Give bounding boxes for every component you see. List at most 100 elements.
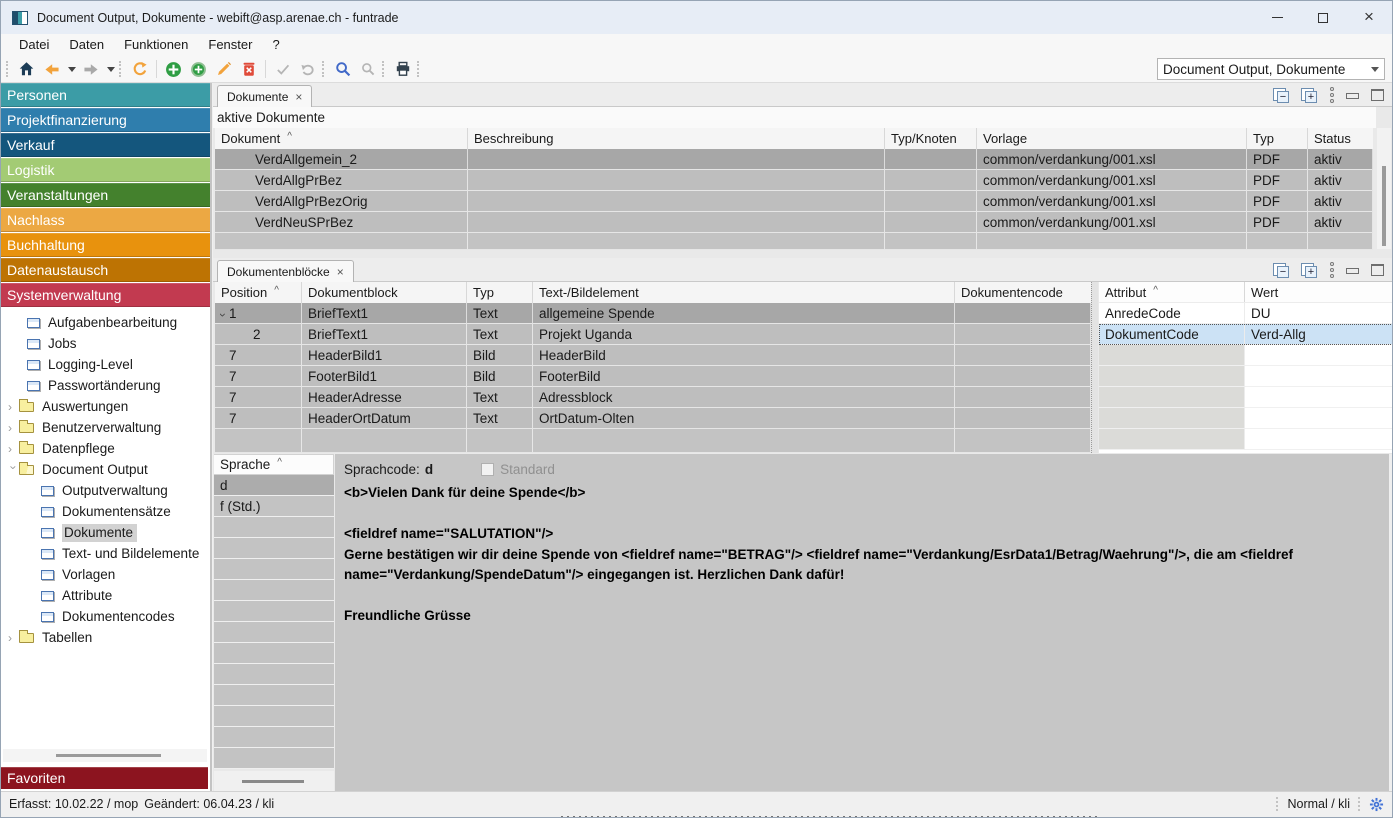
add-button[interactable] [161,57,186,81]
scrollbar-thumb[interactable] [1382,166,1386,246]
undo-button[interactable] [295,57,320,81]
editor-scroll-strip[interactable] [1389,454,1393,791]
tree-item-jobs[interactable]: Jobs [1,333,210,354]
table-row[interactable]: 1 BriefText1 Text allgemeine Spende [215,303,1091,324]
refresh-button[interactable] [127,57,152,81]
table-row[interactable]: VerdAllgemein_2 common/verdankung/001.xs… [215,149,1373,170]
language-header[interactable]: Sprache [214,454,334,475]
attribute-row[interactable]: AnredeCode DU [1099,303,1393,324]
tab-close-icon[interactable] [295,90,302,104]
expand-all-button[interactable]: + [1301,88,1317,103]
tree-item-outputverwaltung[interactable]: Outputverwaltung [1,480,210,501]
column-header-typ[interactable]: Typ [1247,128,1308,149]
sidebar-module-logistik[interactable]: Logistik [1,158,210,182]
edit-button[interactable] [211,57,236,81]
sidebar-module-verkauf[interactable]: Verkauf [1,133,210,157]
panel-maximize-button[interactable] [1371,89,1384,101]
column-header-beschreibung[interactable]: Beschreibung [468,128,885,149]
panel-maximize-button[interactable] [1371,264,1384,276]
back-button[interactable] [39,57,64,81]
sidebar-module-veranstaltungen[interactable]: Veranstaltungen [1,183,210,207]
panel-minimize-button[interactable] [1346,268,1359,274]
sidebar-horizontal-scrollbar[interactable] [3,749,207,762]
language-row-f[interactable]: f (Std.) [214,496,334,517]
search-secondary-button[interactable] [355,57,380,81]
menu-fenster[interactable]: Fenster [198,35,262,55]
table-row[interactable]: VerdAllgPrBezOrig common/verdankung/001.… [215,191,1373,212]
blocks-vertical-scrollbar[interactable] [1091,282,1098,453]
documents-vertical-scrollbar[interactable] [1377,128,1391,249]
column-header-dokumentblock[interactable]: Dokumentblock [302,282,467,303]
column-header-typ-knoten[interactable]: Typ/Knoten [885,128,977,149]
sidebar-module-systemverwaltung[interactable]: Systemverwaltung [1,283,210,307]
forward-button[interactable] [78,57,103,81]
tab-close-icon[interactable] [337,265,344,279]
sidebar-module-nachlass[interactable]: Nachlass [1,208,210,232]
tree-item-logging-level[interactable]: Logging-Level [1,354,210,375]
home-button[interactable] [14,57,39,81]
tree-item-attribute[interactable]: Attribute [1,585,210,606]
table-row[interactable]: VerdNeuSPrBez common/verdankung/001.xsl … [215,212,1373,233]
table-row[interactable]: 7 HeaderOrtDatum Text OrtDatum-Olten [215,408,1091,429]
minimize-button[interactable] [1254,1,1300,34]
tree-item-tabellen[interactable]: Tabellen [1,627,210,648]
menu-datei[interactable]: Datei [9,35,59,55]
add-copy-button[interactable] [186,57,211,81]
collapse-all-button[interactable]: − [1273,263,1289,278]
menu-daten[interactable]: Daten [59,35,114,55]
sidebar-module-projektfinanzierung[interactable]: Projektfinanzierung [1,108,210,132]
tree-item-document-output[interactable]: Document Output [1,459,210,480]
back-history-button[interactable] [64,57,78,81]
tree-item-passwortaenderung[interactable]: Passwortänderung [1,375,210,396]
language-row-d[interactable]: d [214,475,334,496]
delete-button[interactable] [236,57,261,81]
chevron-right-icon[interactable] [8,442,19,456]
chevron-right-icon[interactable] [8,400,19,414]
language-horizontal-scrollbar[interactable] [214,771,334,791]
chevron-right-icon[interactable] [8,631,19,645]
print-button[interactable] [390,57,415,81]
column-header-dokumentencode[interactable]: Dokumentencode [955,282,1091,303]
sidebar-module-personen[interactable]: Personen [1,83,210,107]
collapse-all-button[interactable]: − [1273,88,1289,103]
tree-item-vorlagen[interactable]: Vorlagen [1,564,210,585]
sidebar-module-buchhaltung[interactable]: Buchhaltung [1,233,210,257]
tree-item-auswertungen[interactable]: Auswertungen [1,396,210,417]
tree-item-dokumentencodes[interactable]: Dokumentencodes [1,606,210,627]
column-header-wert[interactable]: Wert [1245,282,1393,302]
column-header-attribut[interactable]: Attribut [1099,282,1245,302]
table-row[interactable]: 2 BriefText1 Text Projekt Uganda [215,324,1091,345]
table-row[interactable]: 7 HeaderAdresse Text Adressblock [215,387,1091,408]
column-header-position[interactable]: Position [215,282,302,303]
column-header-vorlage[interactable]: Vorlage [977,128,1247,149]
tree-item-aufgabenbearbeitung[interactable]: Aufgabenbearbeitung [1,312,210,333]
close-button[interactable] [1346,1,1392,34]
tree-item-datenpflege[interactable]: Datenpflege [1,438,210,459]
attribute-row-selected[interactable]: DokumentCode Verd-Allg [1099,324,1393,345]
forward-history-button[interactable] [103,57,117,81]
row-expander-icon[interactable] [216,313,230,317]
gear-icon[interactable] [1369,797,1384,812]
tree-item-benutzerverwaltung[interactable]: Benutzerverwaltung [1,417,210,438]
text-block-editor[interactable]: Sprachcode: d Standard <b>Vielen Dank fü… [335,454,1389,791]
table-row[interactable]: 7 HeaderBild1 Bild HeaderBild [215,345,1091,366]
confirm-button[interactable] [270,57,295,81]
menu-funktionen[interactable]: Funktionen [114,35,198,55]
tab-dokumentenbloecke[interactable]: Dokumentenblöcke [217,260,354,282]
tree-item-dokumente[interactable]: Dokumente [1,522,210,543]
column-header-dokument[interactable]: Dokument [215,128,468,149]
column-header-typ[interactable]: Typ [467,282,533,303]
column-header-element[interactable]: Text-/Bildelement [533,282,955,303]
menu-help[interactable]: ? [262,35,289,55]
window-selector-combo[interactable]: Document Output, Dokumente [1157,58,1385,80]
expand-all-button[interactable]: + [1301,263,1317,278]
panel-menu-button[interactable] [1329,87,1334,103]
panel-minimize-button[interactable] [1346,93,1359,99]
panel-menu-button[interactable] [1329,262,1334,278]
column-header-status[interactable]: Status [1308,128,1373,149]
scrollbar-thumb[interactable] [242,780,304,783]
table-row[interactable]: VerdAllgPrBez common/verdankung/001.xsl … [215,170,1373,191]
maximize-button[interactable] [1300,1,1346,34]
search-button[interactable] [330,57,355,81]
panel-splitter[interactable] [213,251,1393,258]
